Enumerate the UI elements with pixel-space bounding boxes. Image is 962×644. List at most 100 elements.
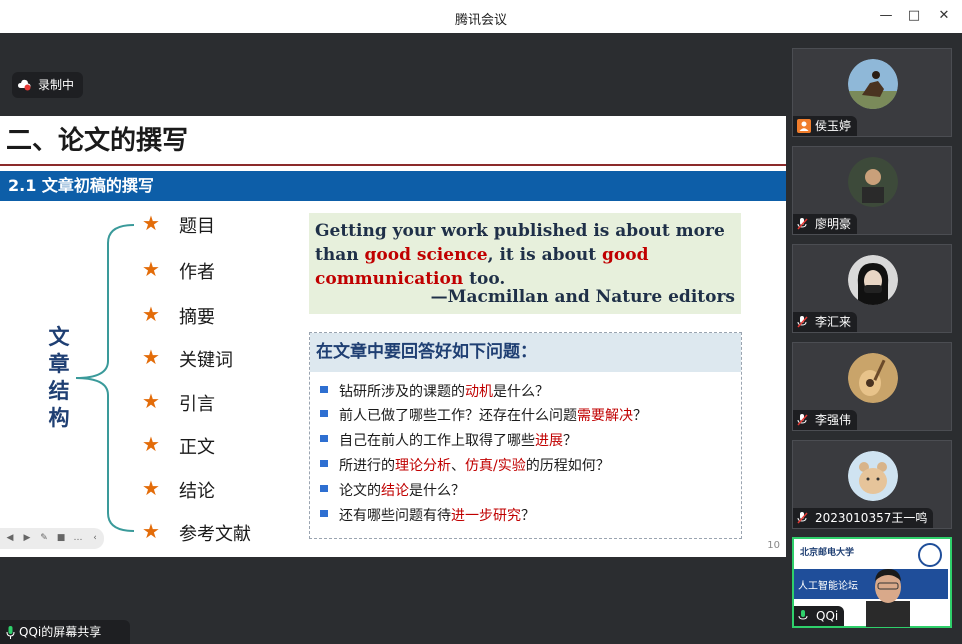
- flag-icon: [320, 410, 328, 417]
- flag-icon: [320, 510, 328, 517]
- collapse-toolbar-icon[interactable]: ‹: [90, 533, 100, 543]
- structure-vertical-label: 文 章 结 构: [46, 324, 72, 432]
- vertical-char: 章: [48, 352, 70, 376]
- question-text: 所进行的: [339, 458, 395, 474]
- question-text: 、: [451, 458, 465, 474]
- question-highlight: 进展: [535, 433, 563, 449]
- quote-box: Getting your work published is about mor…: [309, 213, 741, 314]
- slide-subtitle-bar: 2.1 文章初稿的撰写: [0, 171, 786, 201]
- questions-header-text: 在文章中要回答好如下问题：: [316, 342, 537, 362]
- questions-box: 在文章中要回答好如下问题： 钻研所涉及的课题的动机是什么？ 前人已做了哪些工作？…: [309, 332, 742, 539]
- participant-name: 廖明豪: [815, 217, 852, 231]
- participant-name: 侯玉婷: [815, 119, 852, 133]
- participant-name-badge: QQi: [794, 606, 845, 626]
- question-highlight: 动机: [465, 384, 493, 400]
- recording-label: 录制中: [38, 78, 75, 92]
- question-highlight: 需要解决: [577, 408, 633, 424]
- star-icon: ★: [142, 257, 160, 281]
- flag-icon: [320, 386, 328, 393]
- outline-brace: [75, 224, 135, 532]
- prev-slide-icon[interactable]: ◀: [5, 533, 15, 543]
- window-title: 腾讯会议: [454, 13, 507, 28]
- vertical-char: 结: [48, 379, 70, 403]
- avatar: [848, 255, 898, 305]
- participants-panel: 侯玉婷 廖明豪 李汇来 李强伟 2023010357王一鸣 北京邮电大学 人工智…: [786, 33, 962, 644]
- question-text: ？: [633, 408, 647, 424]
- flag-icon: [320, 485, 328, 492]
- microphone-icon: [6, 626, 15, 639]
- next-slide-icon[interactable]: ▶: [22, 533, 32, 543]
- participant-tile[interactable]: 李汇来: [792, 244, 952, 333]
- quote-part: too.: [469, 269, 506, 289]
- participant-name-badge: 李汇来: [793, 312, 858, 332]
- outline-item-label: 摘要: [179, 307, 215, 328]
- question-highlight: 理论分析: [395, 458, 451, 474]
- more-icon[interactable]: …: [73, 533, 83, 543]
- flag-icon: [320, 435, 328, 442]
- avatar: [848, 451, 898, 501]
- user-icon: [797, 119, 811, 133]
- participant-name-badge: 2023010357王一鸣: [793, 508, 934, 528]
- screen-share-label: QQi的屏幕共享: [19, 625, 102, 639]
- participant-name-badge: 廖明豪: [793, 214, 858, 234]
- flag-icon: [320, 460, 328, 467]
- recording-indicator[interactable]: 录制中: [12, 72, 83, 98]
- muted-mic-icon: [797, 414, 808, 426]
- title-divider: [0, 164, 786, 166]
- outline-item-label: 参考文献: [179, 524, 251, 545]
- close-icon[interactable]: ✕: [936, 8, 952, 24]
- muted-mic-icon: [797, 512, 808, 524]
- star-icon: ★: [142, 476, 160, 500]
- star-icon: ★: [142, 432, 160, 456]
- question-text: ？: [563, 433, 577, 449]
- question-highlight: 结论: [381, 483, 409, 499]
- outline-item-label: 引言: [179, 394, 215, 415]
- participant-tile[interactable]: 侯玉婷: [792, 48, 952, 137]
- participant-name-badge: 李强伟: [793, 410, 858, 430]
- quote-text: Getting your work published is about mor…: [315, 219, 739, 291]
- muted-mic-icon: [797, 316, 808, 328]
- window-titlebar: 腾讯会议 — □ ✕: [0, 0, 962, 33]
- participant-tile-speaking[interactable]: 北京邮电大学 人工智能论坛 QQi: [792, 537, 952, 628]
- question-text: ？: [521, 508, 535, 524]
- avatar: [848, 157, 898, 207]
- questions-header: 在文章中要回答好如下问题：: [310, 333, 741, 372]
- question-text: 是什么？: [409, 483, 465, 499]
- participant-tile[interactable]: 2023010357王一鸣: [792, 440, 952, 529]
- university-seal-icon: [918, 543, 942, 567]
- outline-item-label: 关键词: [179, 350, 233, 371]
- star-icon: ★: [142, 211, 160, 235]
- maximize-icon[interactable]: □: [906, 8, 922, 24]
- camera-icon[interactable]: ■: [56, 533, 66, 543]
- question-text: 论文的: [339, 483, 381, 499]
- question-text: 还有哪些问题有待: [339, 508, 451, 524]
- quote-part: , it is about: [487, 245, 597, 265]
- question-highlight: 仿真/实验: [465, 458, 526, 474]
- participant-tile[interactable]: 李强伟: [792, 342, 952, 431]
- quote-highlight: good science: [364, 245, 488, 265]
- slide-page-number: 10: [767, 540, 780, 551]
- question-text: 钻研所涉及的课题的: [339, 384, 465, 400]
- participant-tile[interactable]: 廖明豪: [792, 146, 952, 235]
- university-logo-text: 北京邮电大学: [800, 548, 855, 558]
- outline-item-label: 题目: [179, 216, 215, 237]
- screen-share-badge[interactable]: QQi的屏幕共享: [0, 620, 130, 644]
- star-icon: ★: [142, 302, 160, 326]
- participant-name: 李汇来: [815, 315, 852, 329]
- pen-icon[interactable]: ✎: [39, 533, 49, 543]
- slide-title: 二、论文的撰写: [6, 126, 189, 156]
- recording-cloud-icon: [18, 79, 31, 91]
- participant-name-badge: 侯玉婷: [793, 116, 858, 136]
- slide-subtitle: 2.1 文章初稿的撰写: [8, 176, 154, 195]
- quote-attribution: —Macmillan and Nature editors: [430, 287, 735, 307]
- question-highlight: 进一步研究: [451, 508, 521, 524]
- avatar: [848, 59, 898, 109]
- outline-item-label: 结论: [179, 481, 215, 502]
- participant-name: 2023010357王一鸣: [815, 511, 928, 525]
- vertical-char: 构: [48, 406, 70, 430]
- participant-name: 李强伟: [815, 413, 852, 427]
- question-text: 自己在前人的工作上取得了哪些: [339, 433, 535, 449]
- vertical-char: 文: [48, 325, 70, 349]
- minimize-icon[interactable]: —: [878, 8, 894, 24]
- presentation-slide: 二、论文的撰写 2.1 文章初稿的撰写 文 章 结 构 ★ 题目 ★ 作者 ★ 摘要 …: [0, 116, 786, 557]
